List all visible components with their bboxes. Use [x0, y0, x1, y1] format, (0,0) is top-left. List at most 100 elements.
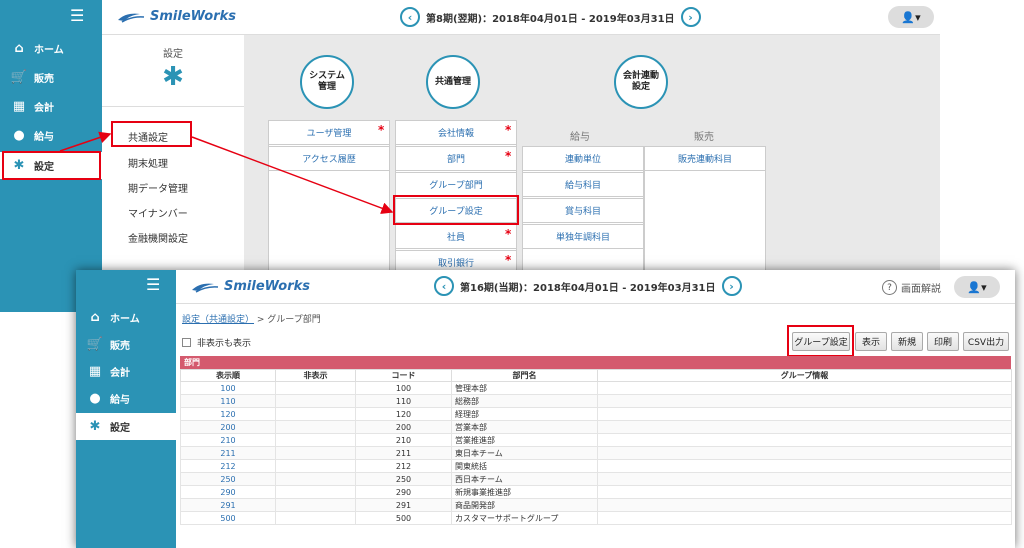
view-button[interactable]: 表示	[855, 332, 887, 351]
table-row[interactable]: 500 500 カスタマーサポートグループ	[180, 511, 1012, 525]
department-name-cell: 新規事業推進部	[451, 485, 598, 499]
display-order-cell[interactable]: 110	[180, 394, 276, 408]
breadcrumb-link[interactable]: 設定（共通設定）	[182, 315, 254, 325]
settings-header: 設定 ✱	[102, 35, 244, 107]
column-header[interactable]: 非表示	[275, 369, 356, 382]
show-hidden-checkbox[interactable]	[182, 338, 191, 347]
cell-sales-link-account[interactable]: 販売連動科目	[644, 146, 766, 171]
column-header[interactable]: 表示順	[180, 369, 276, 382]
sidebar-item-sales[interactable]: 🛒 販売	[0, 64, 102, 91]
top-bar: SmileWorks ‹ 第8期(翌期)：2018年04月01日 - 2019年…	[102, 0, 940, 35]
column-header[interactable]: コード	[355, 369, 452, 382]
display-order-cell[interactable]: 210	[180, 433, 276, 447]
department-name-cell: 総務部	[451, 394, 598, 408]
sidebar-item-sales[interactable]: 🛒 販売	[76, 331, 176, 358]
group-info-cell	[597, 485, 1012, 499]
help-link[interactable]: ? 画面解説	[882, 280, 941, 295]
sidebar-item-payroll[interactable]: ● 給与	[76, 385, 176, 412]
period-label: 第16期(当期)：2018年04月01日 - 2019年03月31日	[460, 282, 716, 294]
cell-company-info[interactable]: 会社情報	[395, 120, 517, 145]
sidebar-item-settings[interactable]: ✱ 設定	[76, 413, 176, 440]
required-star: *	[505, 149, 512, 163]
table-row[interactable]: 100 100 管理本部	[180, 381, 1012, 395]
next-period-button[interactable]: ›	[680, 7, 701, 27]
settings-item-my-number[interactable]: マイナンバー	[128, 205, 188, 220]
display-order-cell[interactable]: 200	[180, 420, 276, 434]
show-hidden-label: 非表示も表示	[197, 339, 252, 349]
required-star: *	[505, 227, 512, 241]
cart-icon: 🛒	[86, 337, 104, 352]
cell-bonus-account[interactable]: 賞与科目	[522, 198, 644, 223]
menu-icon[interactable]: ☰	[70, 8, 84, 24]
column-header[interactable]: グループ情報	[597, 369, 1012, 382]
table-row[interactable]: 290 290 新規事業推進部	[180, 485, 1012, 499]
csv-export-button[interactable]: CSV出力	[963, 332, 1009, 351]
breadcrumb-sep: >	[254, 315, 268, 325]
prev-period-button[interactable]: ‹	[434, 276, 454, 296]
print-button[interactable]: 印刷	[927, 332, 959, 351]
sidebar-item-home[interactable]: ⌂ ホーム	[0, 35, 102, 62]
sidebar-item-accounting[interactable]: ▦ 会計	[0, 93, 102, 120]
code-cell: 290	[355, 485, 452, 499]
period-selector: ‹ 第16期(当期)：2018年04月01日 - 2019年03月31日 ›	[434, 276, 742, 296]
group-info-cell	[597, 498, 1012, 512]
display-order-cell[interactable]: 212	[180, 459, 276, 473]
user-menu-button[interactable]: 👤▾	[888, 6, 934, 28]
cell-link-unit[interactable]: 連動単位	[522, 146, 644, 171]
cell-department[interactable]: 部門	[395, 146, 517, 171]
table-row[interactable]: 212 212 関東統括	[180, 459, 1012, 473]
group-common-admin: 共通管理	[426, 55, 480, 109]
cell-salary-account[interactable]: 給与科目	[522, 172, 644, 197]
settings-item-bank[interactable]: 金融機関設定	[128, 230, 188, 245]
display-order-cell[interactable]: 290	[180, 485, 276, 499]
sidebar-item-payroll[interactable]: ● 給与	[0, 122, 102, 149]
column-header[interactable]: 部門名	[451, 369, 598, 382]
cart-icon: 🛒	[10, 70, 28, 85]
logo: SmileWorks	[190, 279, 310, 294]
menu-icon[interactable]: ☰	[146, 277, 160, 293]
sidebar-item-label: ホーム	[34, 45, 64, 56]
hidden-flag-cell	[275, 446, 356, 460]
group-department-window: ☰ ⌂ ホーム 🛒 販売 ▦ 会計 ● 給与 ✱ 設定 SmileWorks ‹…	[76, 270, 1015, 548]
table-row[interactable]: 200 200 営業本部	[180, 420, 1012, 434]
table-row[interactable]: 120 120 経理部	[180, 407, 1012, 421]
next-period-button[interactable]: ›	[721, 276, 742, 296]
sidebar-item-label: 販売	[110, 341, 130, 352]
new-button[interactable]: 新規	[891, 332, 923, 351]
department-name-cell: 経理部	[451, 407, 598, 421]
cell-employee[interactable]: 社員	[395, 224, 517, 249]
sidebar-item-label: 会計	[110, 368, 130, 379]
display-order-cell[interactable]: 291	[180, 498, 276, 512]
display-order-cell[interactable]: 500	[180, 511, 276, 525]
sidebar-item-home[interactable]: ⌂ ホーム	[76, 304, 176, 331]
display-order-cell[interactable]: 211	[180, 446, 276, 460]
table-row[interactable]: 291 291 商品開発部	[180, 498, 1012, 512]
settings-item-year-end[interactable]: 期末処理	[128, 155, 168, 170]
cell-access-log[interactable]: アクセス履歴	[268, 146, 390, 171]
sidebar-item-label: 設定	[110, 423, 130, 434]
show-hidden-toggle[interactable]: 非表示も表示	[182, 336, 251, 349]
settings-item-period-data[interactable]: 期データ管理	[128, 180, 188, 195]
sidebar-item-label: 給与	[110, 395, 130, 406]
table-row[interactable]: 110 110 総務部	[180, 394, 1012, 408]
prev-period-button[interactable]: ‹	[400, 7, 420, 27]
cell-user-management[interactable]: ユーザ管理	[268, 120, 390, 145]
sales-label: 販売	[694, 132, 714, 143]
calculator-icon: ▦	[88, 364, 102, 379]
required-star: *	[505, 253, 512, 267]
required-star: *	[505, 123, 512, 137]
sidebar-item-accounting[interactable]: ▦ 会計	[76, 358, 176, 385]
logo-text: SmileWorks	[224, 279, 310, 294]
display-order-cell[interactable]: 100	[180, 381, 276, 395]
table-row[interactable]: 211 211 東日本チーム	[180, 446, 1012, 460]
display-order-cell[interactable]: 120	[180, 407, 276, 421]
cell-group-department[interactable]: グループ部門	[395, 172, 517, 197]
user-menu-button[interactable]: 👤▾	[954, 276, 1000, 298]
table-row[interactable]: 250 250 西日本チーム	[180, 472, 1012, 486]
display-order-cell[interactable]: 250	[180, 472, 276, 486]
table-row[interactable]: 210 210 営業推進部	[180, 433, 1012, 447]
group-info-cell	[597, 420, 1012, 434]
department-name-cell: 営業推進部	[451, 433, 598, 447]
highlight-box	[2, 151, 101, 180]
cell-year-end-account[interactable]: 単独年調科目	[522, 224, 644, 249]
